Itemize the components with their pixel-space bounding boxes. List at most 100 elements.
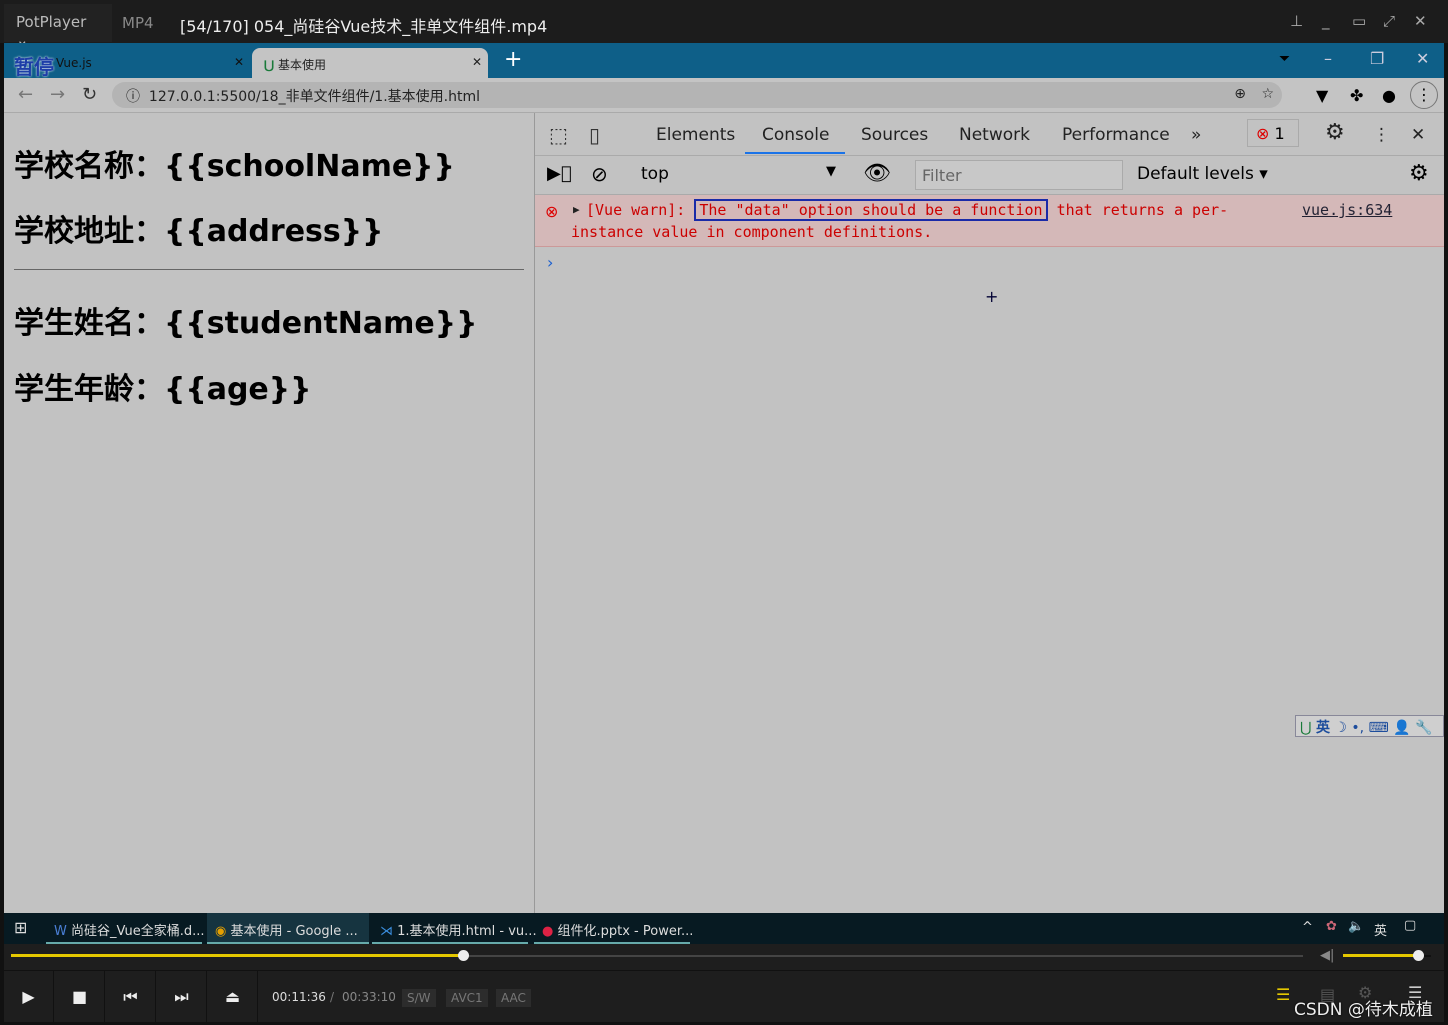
warn-rest: that returns a per- bbox=[1056, 201, 1229, 219]
active-tab-indicator bbox=[745, 152, 845, 154]
ime-toolbar[interactable]: ⋃ 英 ☽ •, ⌨ 👤 🔧 bbox=[1295, 715, 1444, 737]
settings-gear-icon[interactable]: ⚙ bbox=[1325, 120, 1345, 145]
page-content: 学校名称：{{schoolName}} 学校地址：{{address}} 学生姓… bbox=[4, 113, 535, 913]
tab-label: Vue.js bbox=[56, 56, 92, 70]
inspect-element-icon[interactable]: ⬚ bbox=[549, 123, 568, 147]
taskbar-label: 基本使用 - Google ... bbox=[230, 924, 358, 939]
forward-icon[interactable]: → bbox=[50, 84, 65, 105]
pin-icon[interactable]: ⊥ bbox=[1290, 12, 1303, 30]
student-name-line: 学生姓名：{{studentName}} bbox=[14, 306, 478, 341]
levels-value: Default levels bbox=[1137, 164, 1254, 184]
previous-icon[interactable]: ⏮ bbox=[106, 971, 156, 1023]
stop-icon[interactable]: ■ bbox=[55, 971, 105, 1023]
watermark: CSDN @待木成植 bbox=[1294, 1000, 1433, 1020]
live-expression-eye-icon[interactable]: 👁 bbox=[863, 161, 891, 186]
seek-bar[interactable] bbox=[11, 950, 1303, 961]
volume-icon[interactable]: 🔈 bbox=[1348, 919, 1364, 934]
source-link[interactable]: vue.js:634 bbox=[1302, 201, 1392, 219]
console-error-message: ⊗ ▶ [Vue warn]: The "data" option should… bbox=[535, 195, 1444, 247]
log-levels-select[interactable]: Default levels ▾ bbox=[1137, 164, 1268, 184]
close-tab-icon[interactable]: ✕ bbox=[472, 55, 482, 69]
taskbar-item-chrome[interactable]: ◉ 基本使用 - Google ... bbox=[207, 913, 369, 944]
bookmark-star-icon[interactable]: ☆ bbox=[1261, 86, 1274, 102]
windows-start-icon[interactable]: ⊞ bbox=[14, 918, 27, 937]
student-age-line: 学生年龄：{{age}} bbox=[14, 372, 312, 407]
ime-logo-icon: ⋃ bbox=[1300, 720, 1312, 736]
close-icon[interactable]: ✕ bbox=[1414, 12, 1427, 30]
tab-elements[interactable]: Elements bbox=[656, 125, 735, 145]
profile-avatar[interactable]: ● bbox=[1382, 86, 1396, 105]
app-name: PotPlayer bbox=[16, 13, 87, 31]
tab-sources[interactable]: Sources bbox=[861, 125, 928, 145]
clear-console-icon[interactable]: ⊘ bbox=[591, 162, 608, 186]
extension-icon[interactable]: ▼ bbox=[1316, 86, 1328, 105]
play-icon[interactable]: ▶ bbox=[4, 971, 54, 1023]
error-line-2: instance value in component definitions. bbox=[571, 223, 933, 241]
reload-icon[interactable]: ↻ bbox=[82, 84, 97, 105]
tab-favicon-icon: ⋃ bbox=[264, 58, 275, 72]
address-bar-row: ← → ↻ ⓘ 127.0.0.1:5500/18_非单文件组件/1.基本使用.… bbox=[4, 78, 1444, 113]
error-count: 1 bbox=[1274, 124, 1285, 143]
error-count-badge[interactable]: ⊗ 1 bbox=[1247, 119, 1299, 147]
taskbar-item-powerpoint[interactable]: ● 组件化.pptx - Power... bbox=[534, 913, 694, 944]
current-time: 00:11:36 bbox=[272, 990, 326, 1004]
zoom-icon[interactable]: ⊕ bbox=[1234, 86, 1246, 102]
device-toolbar-icon[interactable]: ▯ bbox=[589, 123, 600, 147]
taskbar-label: 尚硅谷_Vue全家桶.d... bbox=[71, 924, 205, 939]
sidebar-toggle-icon[interactable]: ▶⃞ bbox=[547, 163, 572, 184]
tray-chevron-icon[interactable]: ^ bbox=[1302, 920, 1313, 935]
console-prompt-icon[interactable]: › bbox=[547, 253, 553, 272]
taskbar-label: 组件化.pptx - Power... bbox=[557, 924, 694, 939]
chip-audio-codec[interactable]: AAC bbox=[496, 989, 531, 1007]
context-select[interactable]: top ▼ bbox=[641, 164, 836, 184]
next-icon[interactable]: ⏭ bbox=[157, 971, 207, 1023]
tab-performance[interactable]: Performance bbox=[1062, 125, 1170, 145]
profile-dropdown-icon[interactable]: ⏷ bbox=[1279, 51, 1290, 67]
expand-triangle-icon[interactable]: ▶ bbox=[573, 203, 580, 216]
player-controls: ▶ ■ ⏮ ⏭ ⏏ 00:11:36 / 00:33:10 S/W AVC1 A… bbox=[4, 970, 1444, 1023]
paused-overlay: 暂停 bbox=[14, 55, 54, 79]
warn-prefix: [Vue warn]: bbox=[586, 201, 686, 219]
taskbar-item-word[interactable]: W 尚硅谷_Vue全家桶.d... bbox=[46, 913, 205, 944]
menu-icon[interactable]: ⋮ bbox=[1410, 81, 1438, 109]
window-close-icon[interactable]: ✕ bbox=[1416, 49, 1429, 68]
error-icon: ⊗ bbox=[1256, 124, 1270, 143]
notification-icon[interactable]: ▢ bbox=[1404, 918, 1416, 933]
new-tab-button[interactable]: + bbox=[504, 47, 522, 72]
filter-input[interactable]: Filter bbox=[915, 160, 1123, 190]
context-value: top bbox=[641, 164, 669, 184]
potplayer-menu[interactable]: PotPlayer ⌄ bbox=[4, 4, 112, 49]
windows-taskbar: ⊞ W 尚硅谷_Vue全家桶.d... ◉ 基本使用 - Google ... … bbox=[4, 913, 1444, 944]
fullscreen-icon[interactable]: ⤢ bbox=[1383, 12, 1395, 30]
tray-language[interactable]: 英 bbox=[1374, 920, 1387, 939]
error-line-1: [Vue warn]: The "data" option should be … bbox=[586, 199, 1229, 221]
close-devtools-icon[interactable]: ✕ bbox=[1411, 125, 1425, 145]
tab-basic-usage[interactable]: ⋃ 基本使用 ✕ bbox=[252, 48, 488, 78]
extensions-puzzle-icon[interactable]: ✤ bbox=[1350, 86, 1363, 105]
chip-sw[interactable]: S/W bbox=[402, 989, 436, 1007]
chip-video-codec[interactable]: AVC1 bbox=[446, 989, 488, 1007]
close-tab-icon[interactable]: ✕ bbox=[234, 55, 244, 69]
devtools-panel: ⬚ ▯ Elements Console Sources Network Per… bbox=[535, 113, 1444, 913]
volume-slider[interactable] bbox=[1343, 950, 1431, 961]
back-icon[interactable]: ← bbox=[18, 84, 33, 105]
window-restore-icon[interactable]: ❐ bbox=[1370, 49, 1384, 68]
window-minimize-icon[interactable]: – bbox=[1324, 49, 1332, 68]
console-settings-icon[interactable]: ⚙ bbox=[1409, 161, 1429, 186]
more-options-icon[interactable]: ⋮ bbox=[1373, 125, 1390, 145]
divider bbox=[14, 269, 524, 270]
tab-network[interactable]: Network bbox=[959, 125, 1030, 145]
time-separator: / bbox=[330, 990, 335, 1004]
volume-handle[interactable] bbox=[1412, 950, 1424, 961]
minimize-icon[interactable]: _ bbox=[1322, 12, 1330, 30]
taskbar-item-vscode[interactable]: ⋊ 1.基本使用.html - vu... bbox=[372, 913, 537, 944]
tray-app-icon[interactable]: ✿ bbox=[1326, 919, 1337, 934]
url-input[interactable]: ⓘ 127.0.0.1:5500/18_非单文件组件/1.基本使用.html ⊕… bbox=[112, 82, 1282, 108]
tab-console[interactable]: Console bbox=[762, 125, 830, 145]
more-tabs-icon[interactable]: » bbox=[1191, 125, 1201, 145]
search-list-icon[interactable]: ☰ bbox=[1276, 985, 1290, 1004]
maximize-icon[interactable]: ▭ bbox=[1352, 12, 1366, 30]
seek-handle[interactable] bbox=[458, 950, 470, 961]
mute-speaker-icon[interactable]: ◀| bbox=[1320, 948, 1334, 963]
eject-icon[interactable]: ⏏ bbox=[208, 971, 258, 1023]
